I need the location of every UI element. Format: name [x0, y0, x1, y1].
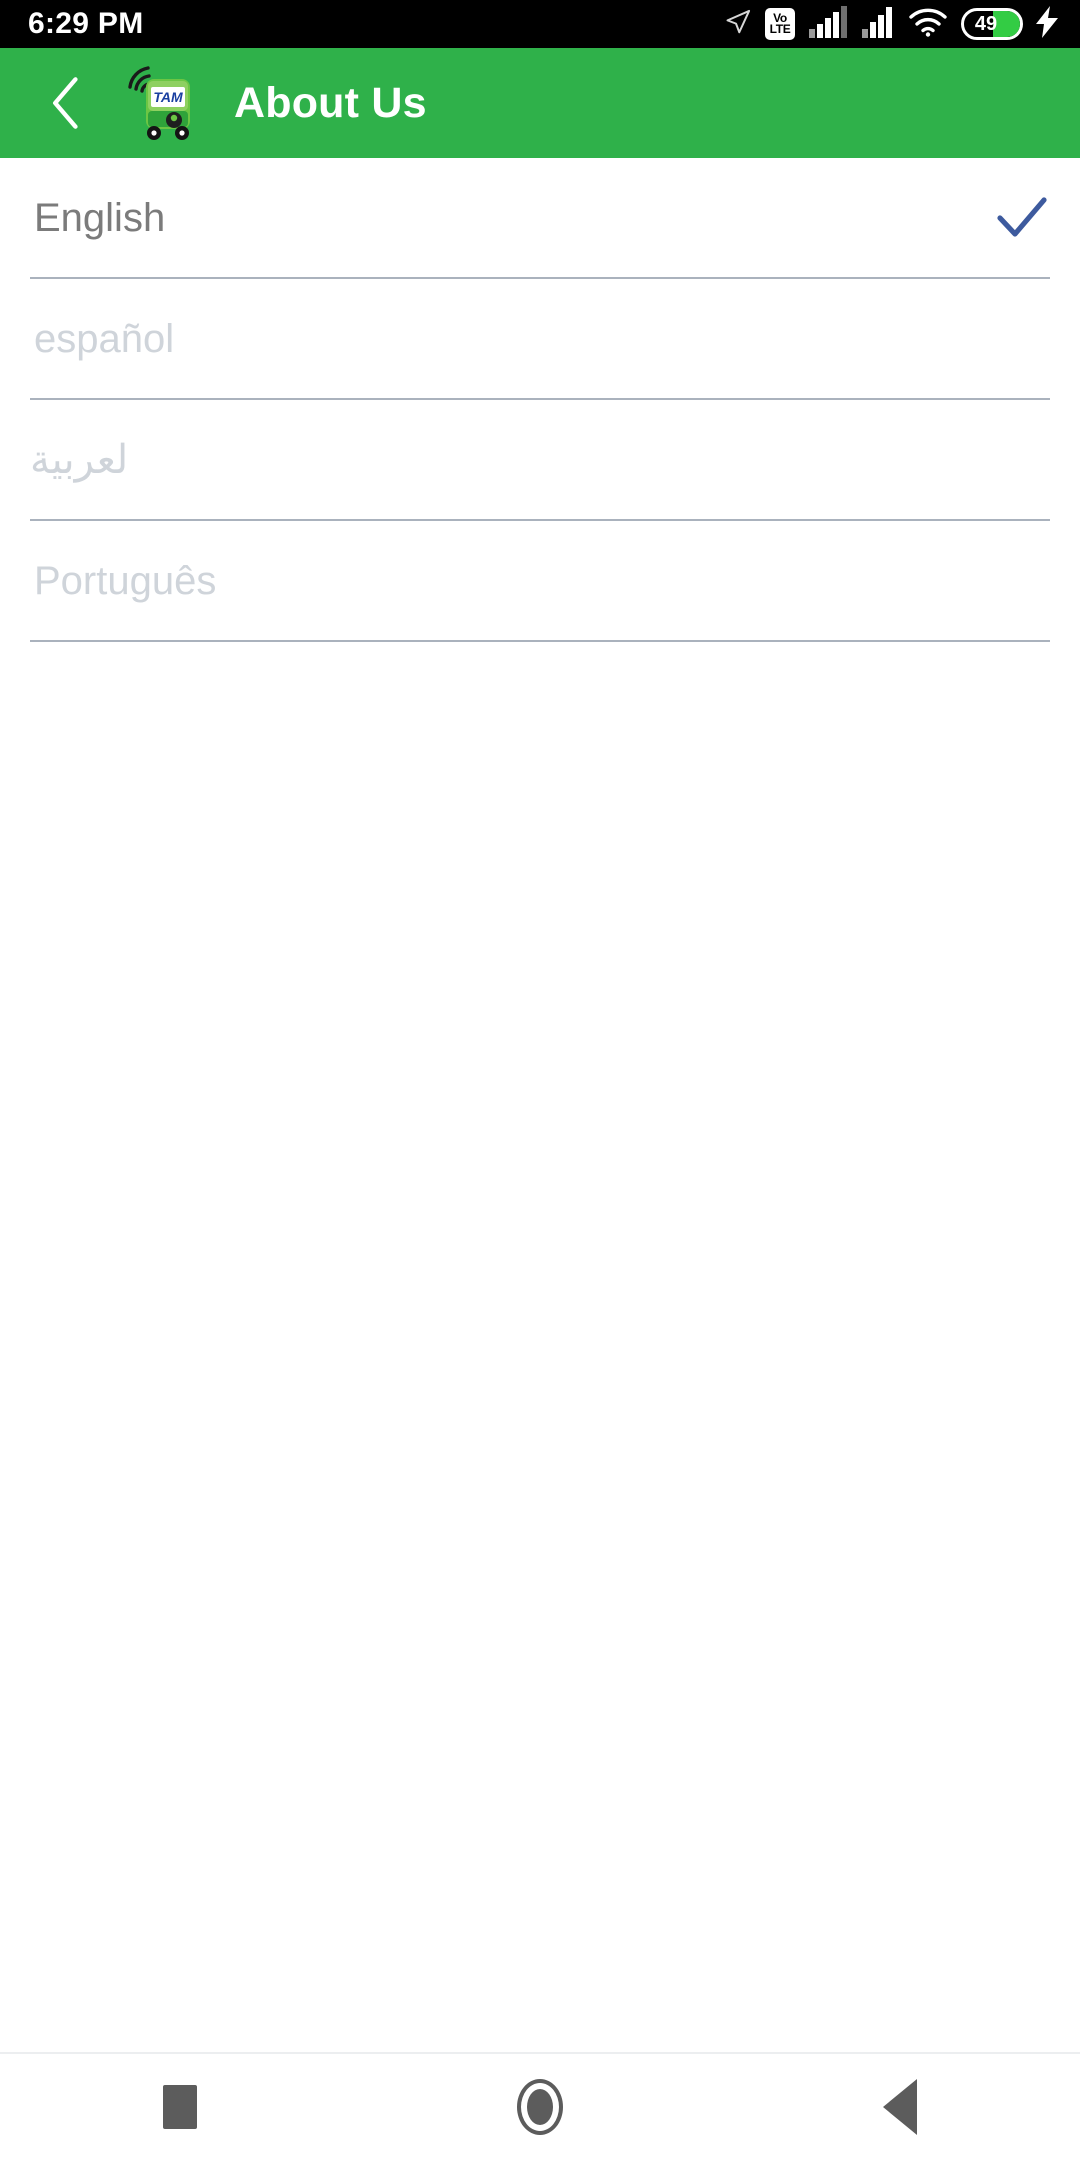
language-label: Português — [34, 558, 217, 603]
language-label: English — [34, 195, 166, 240]
nav-home-button[interactable] — [360, 2053, 720, 2160]
charging-bolt-icon — [1036, 5, 1058, 43]
language-row-portuguese[interactable]: Português — [30, 521, 1050, 642]
language-row-english[interactable]: English — [30, 158, 1050, 279]
page-title: About Us — [234, 78, 427, 127]
triangle-left-icon — [883, 2079, 917, 2135]
app-bar: TAM About Us — [0, 48, 1080, 158]
status-bar: 6:29 PM Vo LTE 49 — [0, 0, 1080, 48]
app-logo: TAM — [124, 63, 198, 143]
status-bar-icons: Vo LTE 49 — [724, 5, 1058, 43]
language-label: لعربية — [30, 437, 129, 482]
battery-level-text: 49 — [974, 13, 998, 35]
signal-sim2-icon — [861, 6, 895, 43]
nav-back-button[interactable] — [720, 2053, 1080, 2160]
status-bar-clock: 6:29 PM — [28, 7, 144, 40]
volte-bottom-text: LTE — [769, 22, 791, 36]
language-list: English español لعربية Português — [0, 158, 1080, 2052]
back-button[interactable] — [36, 72, 98, 134]
language-label: español — [34, 316, 175, 361]
check-icon — [994, 190, 1050, 246]
phone-screen: 6:29 PM Vo LTE 49 TAM About Us English e… — [0, 0, 1080, 2160]
signal-sim1-icon — [808, 5, 848, 43]
language-row-spanish[interactable]: español — [30, 279, 1050, 400]
battery-icon: 49 — [961, 8, 1023, 40]
circle-icon — [517, 2079, 563, 2135]
language-row-arabic[interactable]: لعربية — [30, 400, 1050, 521]
android-navigation-bar — [0, 2052, 1080, 2160]
location-arrow-icon — [724, 7, 752, 42]
volte-icon: Vo LTE — [765, 8, 795, 40]
nav-recents-button[interactable] — [0, 2053, 360, 2160]
wifi-icon — [908, 7, 948, 42]
chevron-left-icon — [52, 77, 78, 129]
svg-text:TAM: TAM — [153, 89, 183, 105]
square-icon — [163, 2085, 197, 2129]
